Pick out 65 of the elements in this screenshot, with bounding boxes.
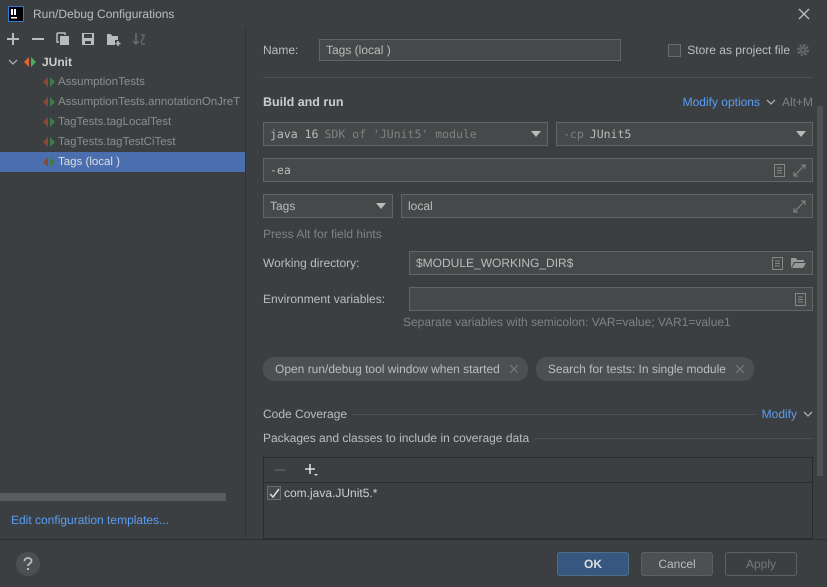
document-icon[interactable]: [774, 164, 785, 176]
tree-item[interactable]: TagTests.tagTestCiTest: [0, 132, 245, 152]
chevron-icon: [766, 97, 776, 107]
new-folder-icon[interactable]: [106, 32, 121, 46]
section-title: Code Coverage: [263, 407, 348, 421]
test-config-icon: [42, 136, 56, 148]
field-hint: Press Alt for field hints: [263, 227, 383, 241]
section-title: Packages and classes to include in coverage data: [263, 431, 530, 445]
shortcut-hint: Alt+M: [782, 95, 813, 109]
chevron-icon[interactable]: [8, 57, 18, 67]
junit-icon: [23, 56, 37, 68]
folder-icon[interactable]: [791, 257, 806, 269]
test-kind-dropdown[interactable]: Tags: [263, 194, 393, 218]
add-icon[interactable]: [6, 32, 20, 46]
working-directory-field[interactable]: $MODULE_WORKING_DIR$: [409, 251, 813, 275]
tag-expression-field[interactable]: local: [401, 194, 813, 218]
save-icon[interactable]: [81, 32, 95, 46]
modify-options-link[interactable]: Modify options: [682, 95, 760, 109]
environment-variables-field[interactable]: [409, 287, 813, 311]
tree-item[interactable]: TagTests.tagLocalTest: [0, 112, 245, 132]
tree-item[interactable]: AssumptionTests: [0, 72, 245, 92]
option-chip[interactable]: Open run/debug tool window when started: [263, 357, 528, 381]
vm-options-field[interactable]: -ea: [263, 158, 813, 182]
dialog-button[interactable]: Cancel: [641, 552, 713, 576]
checkbox[interactable]: [267, 486, 281, 500]
dropdown-arrow-icon: [531, 131, 541, 137]
app-logo-icon: [8, 6, 24, 22]
option-chip[interactable]: Search for tests: In single module: [536, 357, 754, 381]
edit-templates-link[interactable]: Edit configuration templates...: [0, 513, 245, 539]
gear-icon[interactable]: [796, 43, 810, 57]
tree-item[interactable]: AssumptionTests.annotationOnJreT: [0, 92, 245, 112]
name-label: Name:: [263, 43, 300, 57]
dropdown-arrow-icon: [796, 131, 806, 137]
expand-icon[interactable]: [793, 164, 806, 176]
test-config-icon: [42, 116, 56, 128]
test-config-icon: [42, 156, 56, 168]
test-config-icon: [42, 76, 56, 88]
dropdown-arrow-icon: [376, 203, 386, 209]
help-button[interactable]: [16, 552, 40, 576]
environment-variables-label: Environment variables:: [263, 292, 386, 306]
tree-item[interactable]: JUnit: [0, 52, 245, 72]
section-title: Build and run: [263, 95, 344, 109]
working-directory-label: Working directory:: [263, 256, 360, 270]
checkbox[interactable]: [668, 44, 682, 56]
chevron-icon: [803, 409, 813, 419]
copy-icon[interactable]: [56, 32, 70, 46]
jre-dropdown[interactable]: java 16 SDK of 'JUnit5' module: [263, 122, 548, 146]
expand-icon[interactable]: [793, 200, 806, 212]
field-hint: Separate variables with semicolon: VAR=value; VAR1=value1: [403, 315, 732, 331]
window-title: Run/Debug Configurations: [33, 7, 176, 21]
question-icon: [23, 556, 33, 570]
document-icon[interactable]: [795, 292, 806, 306]
name-field[interactable]: Tags (local ): [319, 39, 621, 61]
test-config-icon: [42, 96, 56, 108]
modify-link[interactable]: Modify: [762, 407, 797, 421]
document-icon[interactable]: [772, 256, 783, 270]
tree-item[interactable]: Tags (local ): [0, 152, 245, 172]
scrollbar[interactable]: [0, 493, 226, 501]
store-label: Store as project file: [687, 43, 790, 57]
sort-icon[interactable]: [132, 32, 146, 46]
dialog-button[interactable]: OK: [557, 552, 629, 576]
close-icon[interactable]: [798, 8, 810, 20]
pattern-text: com.java.JUnit5.*: [284, 486, 378, 500]
add-icon[interactable]: [304, 463, 318, 477]
classpath-dropdown[interactable]: -cp JUnit5: [556, 122, 813, 146]
